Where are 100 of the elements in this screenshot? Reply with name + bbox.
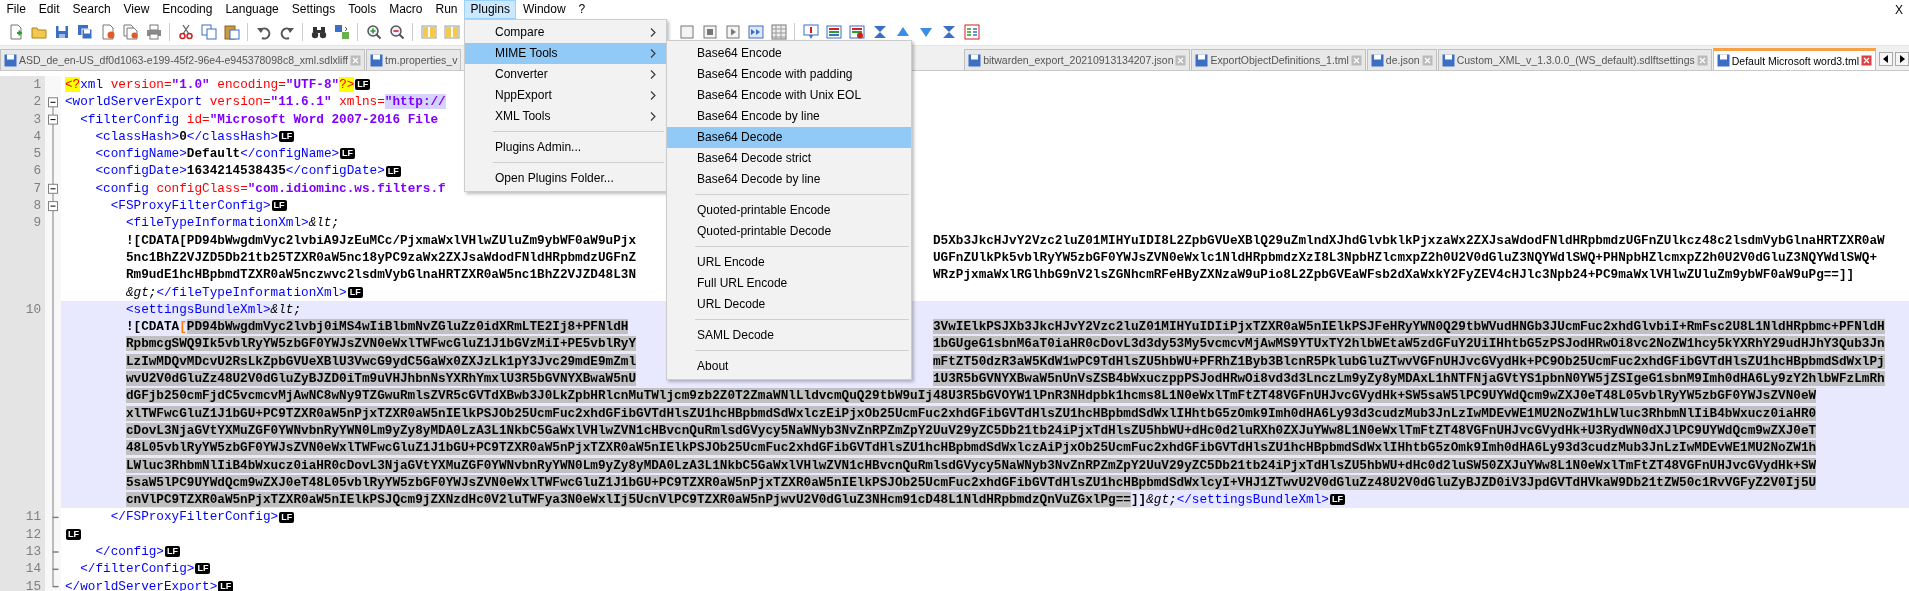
zoom-in-icon[interactable]: [365, 24, 382, 40]
file-tab[interactable]: bitwarden_export_20210913134207.json: [964, 49, 1191, 70]
file-tab[interactable]: ExportObjectDefinitions_1.tml: [1191, 49, 1366, 70]
menu-item[interactable]: NppExport: [465, 85, 667, 106]
close-all-icon[interactable]: [122, 24, 139, 40]
new-file-icon[interactable]: [7, 24, 24, 40]
printer-icon[interactable]: [145, 24, 162, 40]
zoom-out-icon[interactable]: [388, 24, 405, 40]
line-end-marker: LF: [1329, 494, 1345, 506]
fold-toggle-icon[interactable]: [48, 97, 58, 108]
menu-item[interactable]: Base64 Decode by line: [667, 169, 912, 190]
play-icon[interactable]: [724, 24, 741, 40]
code-line: WRzPjxmaWxlRGlhbG9nV2lsZGNhcmRFeHByZXNzaW9uPio8L2ZpbGVEaWFsb2dXaWxkY2FyZEV4cHJlc3Npb24+PC9maWxlVHlwZUluZm9ybWF0aW9uPg==]]: [932, 266, 1855, 284]
replace-icon[interactable]: [333, 24, 350, 40]
menu-item[interactable]: Quoted-printable Decode: [667, 221, 912, 242]
save-all-icon[interactable]: [76, 24, 93, 40]
menu-item[interactable]: Quoted-printable Encode: [667, 200, 912, 221]
menu-item[interactable]: Plugins Admin...: [465, 137, 667, 158]
fold-toggle-icon[interactable]: [48, 201, 58, 212]
tab-scroll-right-button[interactable]: [1895, 52, 1909, 66]
menu-item[interactable]: URL Decode: [667, 294, 912, 315]
fold-toggle-icon[interactable]: [48, 183, 58, 194]
close-file-icon[interactable]: [99, 24, 116, 40]
tab-scroll-left-button[interactable]: [1879, 52, 1893, 66]
menu-item[interactable]: Converter: [465, 64, 667, 85]
close-icon[interactable]: [1861, 55, 1872, 66]
menu-item[interactable]: View: [117, 0, 156, 19]
menu-item[interactable]: Base64 Encode with Unix EOL: [667, 85, 912, 106]
menu-item[interactable]: File: [0, 0, 33, 19]
code-line: <settingsBundleXml>&lt;: [124, 300, 302, 319]
file-tab[interactable]: Custom_XML_v_1.3.0.0_(WS_default).sdlftsettings: [1437, 49, 1712, 70]
line-end-marker: LF: [195, 563, 211, 575]
menu-item[interactable]: URL Encode: [667, 252, 912, 273]
line-end-marker: LF: [355, 79, 371, 91]
file-tab[interactable]: ASD_de_en-US_df0d1063-e199-45f2-96e4-e945378098c8_xml.sdlxliff: [0, 49, 366, 70]
chevron-right-icon: [650, 49, 657, 58]
cut-icon[interactable]: [177, 24, 194, 40]
menu-item[interactable]: ?: [572, 0, 592, 19]
menu-item[interactable]: Base64 Encode by line: [667, 106, 912, 127]
menu-item[interactable]: Language: [218, 0, 286, 19]
menu-item[interactable]: About: [667, 356, 912, 377]
menu-item[interactable]: SAML Decode: [667, 325, 912, 346]
menu-item[interactable]: Search: [66, 0, 118, 19]
file-tab[interactable]: Default Microsoft word3.tml: [1712, 48, 1876, 70]
menu-item[interactable]: MIME Tools: [465, 43, 667, 64]
folder-icon[interactable]: [30, 24, 47, 40]
code-line: <config configClass="com.idiominc.ws.filters.f: [94, 179, 446, 198]
menu-item[interactable]: Run: [429, 0, 465, 19]
save-icon[interactable]: [53, 24, 70, 40]
line-number: 14: [25, 561, 41, 577]
line-number: 6: [33, 163, 41, 179]
code-line: <filterConfig id="Microsoft Word 2007-2016 File: [79, 110, 439, 128]
list-icon[interactable]: [825, 24, 842, 40]
line-number: 9: [33, 215, 41, 231]
menu-item[interactable]: XML Tools: [465, 106, 667, 127]
line-number: 7: [33, 180, 41, 196]
save-macro-icon[interactable]: [770, 24, 787, 40]
line-number: 4: [33, 128, 41, 144]
line-number: 13: [25, 544, 41, 559]
menu-item[interactable]: Base64 Decode: [667, 127, 912, 148]
menu-item[interactable]: Macro: [382, 0, 429, 19]
menu-item[interactable]: Base64 Decode strict: [667, 148, 912, 169]
code-line: <worldServerExport version="11.6.1" xmlns="http://: [65, 93, 446, 111]
menu-item[interactable]: Base64 Encode: [667, 43, 912, 64]
code-line: 5nc1BhZ2VJZD5Db21tb25TZXR0aW5nc18yPC9zaWx2ZXJsaWdodFNldHRpbmdzUGFnZ: [125, 248, 637, 267]
stop-icon[interactable]: [701, 24, 718, 40]
line-end-marker: LF: [340, 148, 356, 160]
find-icon[interactable]: [310, 24, 327, 40]
fold-toggle-icon[interactable]: [48, 114, 58, 125]
close-document-button[interactable]: X: [1889, 2, 1909, 17]
menu-item[interactable]: Full URL Encode: [667, 273, 912, 294]
copy-icon[interactable]: [200, 24, 217, 40]
line-number: 15: [25, 578, 41, 591]
line-number: 8: [33, 198, 41, 214]
list-remove-icon[interactable]: [848, 24, 865, 40]
menu-item[interactable]: Compare: [465, 22, 667, 43]
line-end-marker: LF: [218, 580, 234, 591]
paste-icon[interactable]: [223, 24, 240, 40]
panel-icon[interactable]: [963, 24, 980, 40]
menu-item[interactable]: Open Plugins Folder...: [465, 168, 667, 189]
menu-item[interactable]: Base64 Encode with padding: [667, 64, 912, 85]
menu-item[interactable]: Plugins: [464, 0, 517, 19]
code-line: <classHash>0</classHash>: [94, 127, 279, 146]
menu-item[interactable]: Window: [516, 0, 573, 19]
code-line: cnVlPC9TZXR0aW5nPjxTZXR0aW5nIElkPSJQcm9jZXNzdHc0V2luTWFya3N0eWxlIj5UcnVlPC9TZXR0aW5nPjwvU2V0dGluZ3NHcm91cD48L1NldHRpbmdzQnVuZGxlPg==]]&gt;</settingsBundleXml>: [125, 491, 1329, 509]
play-multiple-icon[interactable]: [747, 24, 764, 40]
comment-icon[interactable]: [802, 24, 819, 40]
code-line: &gt;</fileTypeInformationXml>: [125, 283, 347, 301]
code-line: Rm9udE1hcHBpbmdTZXR0aW5nczwvc2lsdmVybGlnaHRTZXR0aW5nc1BhZ2VJZD48L3N: [125, 266, 637, 284]
line-number: 2: [33, 94, 41, 110]
menu-item[interactable]: Tools: [341, 0, 383, 19]
file-tab[interactable]: tm.properties_v: [366, 49, 462, 70]
menu-item[interactable]: Settings: [285, 0, 342, 19]
line-number: 12: [25, 526, 41, 542]
line-end-marker: LF: [347, 286, 363, 298]
code-line: <fileTypeInformationXml>&lt;: [124, 214, 340, 232]
menu-item[interactable]: Encoding: [155, 0, 219, 19]
menu-item[interactable]: Edit: [32, 0, 67, 19]
code-line: <configDate>1634214538435</configDate>: [94, 162, 385, 180]
file-tab[interactable]: de.json: [1366, 49, 1437, 70]
